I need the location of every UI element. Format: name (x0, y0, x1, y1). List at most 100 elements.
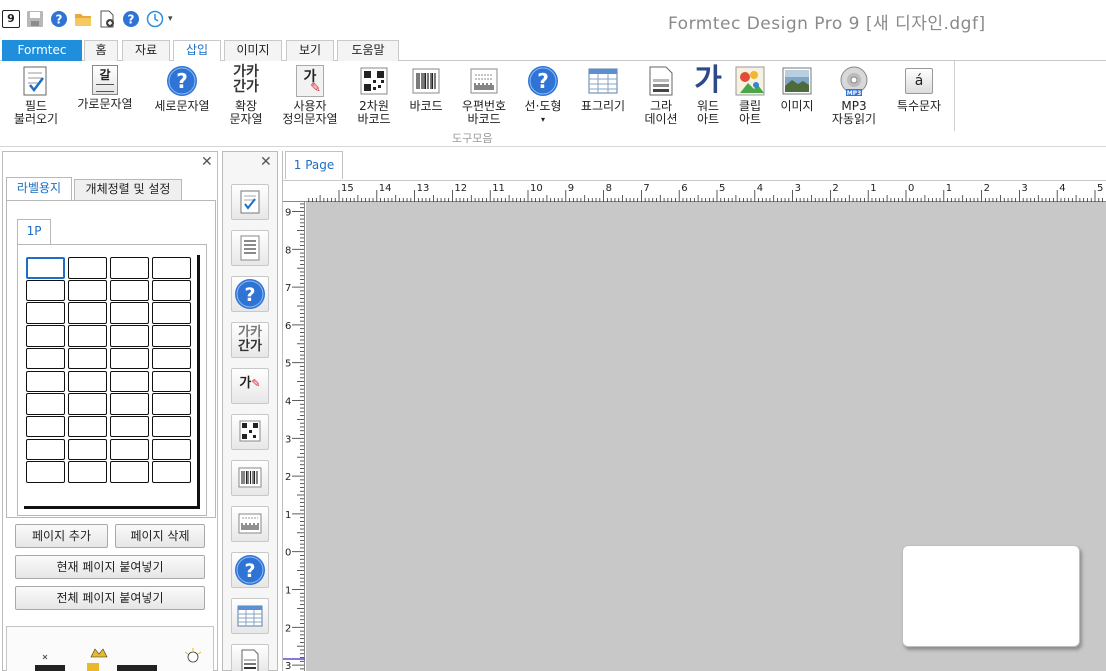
label-cell[interactable] (68, 370, 107, 392)
label-cell[interactable] (152, 325, 191, 347)
open-folder-icon[interactable] (74, 10, 92, 28)
label-cell[interactable] (26, 461, 65, 483)
banner-ad[interactable] (6, 626, 214, 671)
tool-postal-barcode[interactable] (231, 506, 269, 542)
save-icon[interactable] (26, 10, 44, 28)
label-cell[interactable] (152, 370, 191, 392)
label-cell[interactable] (152, 393, 191, 415)
label-cell[interactable] (68, 438, 107, 461)
mp3-autoread-button[interactable]: MP3 MP3 자동읽기 (826, 65, 882, 126)
tab-page-1[interactable]: 1 Page (285, 151, 343, 179)
label-cell[interactable] (110, 302, 149, 324)
barcode-button[interactable]: 바코드 (404, 65, 448, 113)
label-cell[interactable] (68, 393, 107, 415)
label-cell[interactable] (152, 461, 191, 483)
label-cell[interactable] (26, 438, 65, 461)
tab-help[interactable]: 도움말 (337, 40, 399, 61)
label-cell[interactable] (68, 257, 107, 279)
paste-current-page-button[interactable]: 현재 페이지 붙여넣기 (15, 555, 205, 579)
label-cell[interactable] (26, 325, 65, 347)
field-load-button[interactable]: 필드 불러오기 (8, 65, 64, 126)
vertical-text-button[interactable]: ? 세로문자열 (148, 65, 216, 113)
tab-view[interactable]: 보기 (286, 40, 334, 61)
draw-table-button[interactable]: 표그리기 (576, 65, 630, 113)
label-cell[interactable] (26, 415, 65, 438)
tool-field-load[interactable] (231, 184, 269, 220)
tab-image[interactable]: 이미지 (224, 40, 282, 61)
label-cell[interactable] (110, 415, 149, 438)
help-icon[interactable]: ? (50, 10, 68, 28)
clipart-button[interactable]: 클립 아트 (730, 65, 770, 126)
close-icon[interactable]: ✕ (201, 154, 213, 170)
app-logo-icon[interactable]: 9 (2, 10, 20, 28)
label-cell[interactable] (110, 325, 149, 347)
tab-insert[interactable]: 삽입 (173, 40, 221, 62)
label-cell[interactable] (68, 302, 107, 324)
tool-custom-text[interactable]: 가✎ (231, 368, 269, 404)
label-cell[interactable] (110, 347, 149, 370)
label-cell[interactable] (68, 415, 107, 438)
horizontal-text-button[interactable]: 갈 가로문자열 (72, 65, 138, 111)
tool-gradation[interactable] (231, 644, 269, 671)
update-icon[interactable] (146, 10, 164, 28)
label-cell[interactable] (110, 393, 149, 415)
label-cell[interactable] (152, 279, 191, 302)
label-cell[interactable] (26, 347, 65, 370)
tab-data[interactable]: 자료 (122, 40, 170, 61)
wordart-button[interactable]: 가 워드 아트 (690, 65, 726, 126)
label-cell[interactable] (152, 438, 191, 461)
label-cell[interactable] (152, 415, 191, 438)
help-icon: ? (167, 66, 197, 96)
postal-barcode-button[interactable]: 우편번호 바코드 (456, 65, 512, 126)
delete-page-button[interactable]: 페이지 삭제 (115, 524, 205, 548)
label-cell[interactable] (26, 302, 65, 324)
label-cell[interactable] (110, 257, 149, 279)
new-document-icon[interactable] (98, 10, 116, 28)
tab-formtec[interactable]: Formtec (2, 40, 82, 61)
label-cell[interactable] (26, 393, 65, 415)
label-cell[interactable] (26, 279, 65, 302)
special-char-button[interactable]: á 특수문자 (890, 65, 948, 113)
tab-object-align[interactable]: 개체정렬 및 설정 (74, 179, 182, 200)
label-cell[interactable] (110, 279, 149, 302)
extended-text-button[interactable]: 가카 간가 확장 문자열 (224, 65, 268, 126)
label-cell[interactable] (110, 370, 149, 392)
page-tab-1p[interactable]: 1P (17, 219, 51, 244)
label-cell[interactable] (68, 347, 107, 370)
label-cell[interactable] (110, 461, 149, 483)
add-page-button[interactable]: 페이지 추가 (15, 524, 108, 548)
custom-text-button[interactable]: 가 ✎ 사용자 정의문자열 (278, 65, 342, 126)
label-cell[interactable] (152, 347, 191, 370)
tab-home[interactable]: 홈 (84, 40, 118, 61)
tool-extended-text[interactable]: 가카 간가 (231, 322, 269, 358)
gradation-button[interactable]: 그라 데이션 (638, 65, 684, 126)
tool-barcode[interactable] (231, 460, 269, 496)
tool-horizontal-text[interactable] (231, 230, 269, 266)
tool-line-shape[interactable]: ? (231, 552, 269, 588)
tool-vertical-text[interactable]: ? (231, 276, 269, 312)
help-icon[interactable]: ? (122, 10, 140, 28)
label-cell[interactable] (110, 438, 149, 461)
label-cell[interactable] (152, 302, 191, 324)
label-cell[interactable] (26, 370, 65, 392)
paste-all-pages-button[interactable]: 전체 페이지 붙여넣기 (15, 586, 205, 610)
label-cell[interactable] (26, 257, 65, 279)
line-shape-button[interactable]: ? 선·도형 ▾ (520, 65, 566, 126)
banner-image (35, 648, 202, 671)
label-object[interactable] (902, 545, 1080, 647)
ruler-label: 4 (1059, 183, 1065, 194)
label-cell[interactable] (68, 325, 107, 347)
label-cell[interactable] (152, 257, 191, 279)
label-cell[interactable] (68, 279, 107, 302)
image-button[interactable]: 이미지 (776, 65, 818, 113)
tool-2d-barcode[interactable] (231, 414, 269, 450)
label-cell[interactable] (68, 461, 107, 483)
tab-label-paper[interactable]: 라벨용지 (6, 177, 72, 200)
dropdown-icon[interactable]: ▾ (168, 10, 186, 28)
close-icon[interactable]: ✕ (260, 154, 272, 170)
barcode-icon (412, 68, 440, 94)
line-shape-dropdown-icon[interactable]: ▾ (520, 113, 566, 126)
tool-draw-table[interactable] (231, 598, 269, 634)
2d-barcode-button[interactable]: 2차원 바코드 (352, 65, 396, 126)
design-canvas[interactable] (306, 202, 1106, 671)
